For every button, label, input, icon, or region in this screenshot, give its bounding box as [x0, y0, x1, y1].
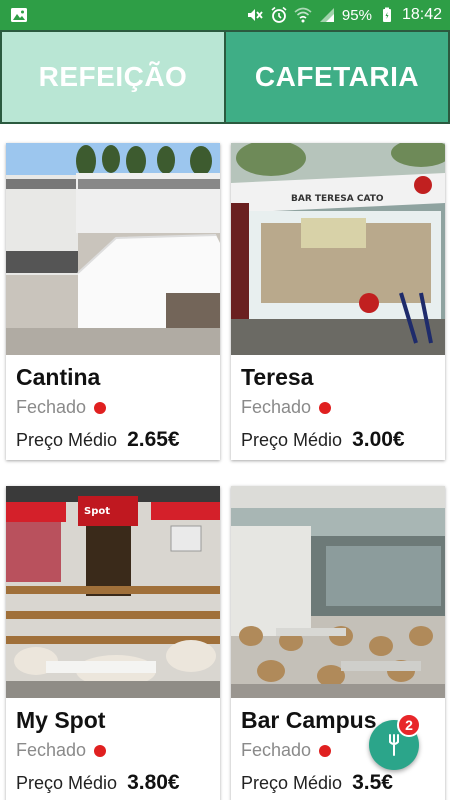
card-price: Preço Médio 3.00€ [241, 428, 435, 452]
card-price: Preço Médio 2.65€ [16, 428, 210, 452]
status-closed-dot [94, 744, 107, 757]
status-closed-dot [94, 401, 107, 414]
price-label: Preço Médio [16, 773, 118, 793]
price-label: Preço Médio [241, 430, 343, 450]
price-value: 3.5€ [352, 771, 393, 794]
battery-icon [378, 6, 396, 24]
battery-percent: 95% [341, 6, 372, 24]
card-my-spot[interactable]: Spot My Spot Fechado Preço Médio 3.80€ [6, 486, 220, 800]
card-image-bar-campus [231, 486, 445, 698]
status-label: Fechado [241, 397, 312, 417]
card-name: Cantina [16, 364, 101, 390]
image-icon [10, 6, 28, 24]
price-label: Preço Médio [241, 773, 343, 793]
card-image-teresa: BAR TERESA CATO [231, 143, 445, 355]
card-name: My Spot [16, 707, 106, 733]
tab-cafetaria[interactable]: CAFETARIA [226, 30, 450, 124]
card-cantina[interactable]: Cantina Fechado Preço Médio 2.65€ [6, 143, 220, 460]
price-label: Preço Médio [16, 430, 118, 450]
svg-text:BAR TERESA CATO: BAR TERESA CATO [291, 194, 384, 204]
mute-icon [246, 6, 264, 24]
card-status: Fechado [241, 397, 435, 418]
fork-icon [382, 733, 406, 757]
status-label: Fechado [241, 740, 312, 760]
card-name: Teresa [241, 364, 314, 390]
price-value: 3.80€ [127, 771, 180, 794]
price-value: 3.00€ [352, 428, 405, 451]
card-price: Preço Médio 3.5€ [241, 771, 435, 795]
card-status: Fechado [16, 740, 210, 761]
clock-time: 18:42 [401, 6, 442, 23]
tab-refeicao[interactable]: REFEIÇÃO [0, 30, 226, 124]
price-value: 2.65€ [127, 428, 180, 451]
card-teresa[interactable]: BAR TERESA CATO Teresa Fechado Preço Méd… [231, 143, 445, 460]
card-price: Preço Médio 3.80€ [16, 771, 210, 795]
wifi-icon [294, 6, 312, 24]
tab-bar: REFEIÇÃO CAFETARIA [0, 30, 450, 124]
card-image-cantina [6, 143, 220, 355]
status-closed-dot [319, 744, 332, 757]
status-closed-dot [319, 401, 332, 414]
status-label: Fechado [16, 740, 87, 760]
card-status: Fechado [16, 397, 210, 418]
cart-count-badge: 2 [397, 713, 421, 737]
svg-text:Spot: Spot [84, 506, 110, 517]
card-image-my-spot: Spot [6, 486, 220, 698]
status-bar: 95% 18:42 [0, 0, 450, 30]
signal-icon [318, 6, 336, 24]
alarm-icon [270, 6, 288, 24]
status-label: Fechado [16, 397, 87, 417]
